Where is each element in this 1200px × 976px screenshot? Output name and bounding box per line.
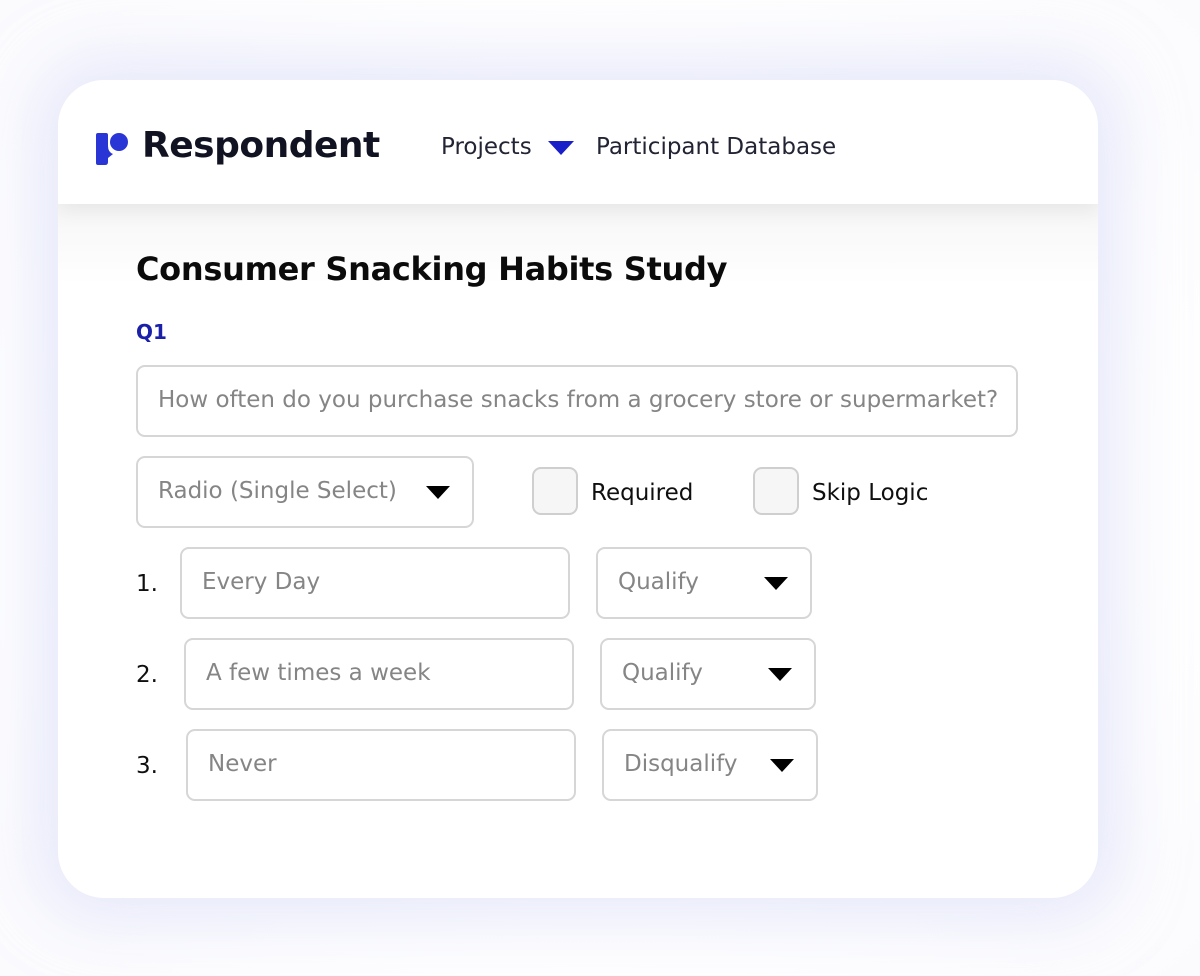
answer-input[interactable]: Every Day	[180, 547, 570, 619]
answer-number: 1.	[136, 571, 158, 597]
answer-value: Every Day	[202, 569, 321, 595]
page-background: Respondent Projects Participant Database…	[0, 0, 1200, 976]
respondent-logo-icon[interactable]	[94, 132, 130, 166]
caret-down-icon	[764, 577, 788, 590]
top-navigation-bar: Respondent Projects Participant Database	[58, 80, 1098, 204]
answer-number: 3.	[136, 753, 158, 779]
question-type-select[interactable]: Radio (Single Select)	[136, 456, 474, 528]
answer-value: A few times a week	[206, 660, 431, 686]
caret-down-icon	[768, 668, 792, 681]
skip-logic-checkbox[interactable]	[753, 467, 799, 515]
nav-projects[interactable]: Projects	[441, 133, 532, 161]
answer-logic-value: Disqualify	[624, 751, 738, 777]
question-text-value: How often do you purchase snacks from a …	[158, 387, 999, 413]
answer-logic-value: Qualify	[622, 660, 703, 686]
caret-down-icon	[770, 759, 794, 772]
page-title: Consumer Snacking Habits Study	[136, 250, 728, 288]
answer-logic-select[interactable]: Disqualify	[602, 729, 818, 801]
question-type-value: Radio (Single Select)	[158, 478, 397, 504]
answer-logic-select[interactable]: Qualify	[596, 547, 812, 619]
caret-down-icon	[426, 486, 450, 499]
question-number: Q1	[136, 320, 167, 344]
answer-number: 2.	[136, 662, 158, 688]
required-checkbox[interactable]	[532, 467, 578, 515]
chevron-down-icon[interactable]	[548, 141, 574, 155]
brand-name[interactable]: Respondent	[142, 126, 380, 166]
answer-logic-value: Qualify	[618, 569, 699, 595]
editor-card: Respondent Projects Participant Database…	[58, 80, 1098, 898]
question-text-input[interactable]: How often do you purchase snacks from a …	[136, 365, 1018, 437]
required-label: Required	[591, 480, 694, 506]
skip-logic-label: Skip Logic	[812, 480, 929, 506]
nav-participant-database[interactable]: Participant Database	[596, 133, 836, 161]
answer-input[interactable]: A few times a week	[184, 638, 574, 710]
answer-value: Never	[208, 751, 277, 777]
answer-input[interactable]: Never	[186, 729, 576, 801]
answer-logic-select[interactable]: Qualify	[600, 638, 816, 710]
